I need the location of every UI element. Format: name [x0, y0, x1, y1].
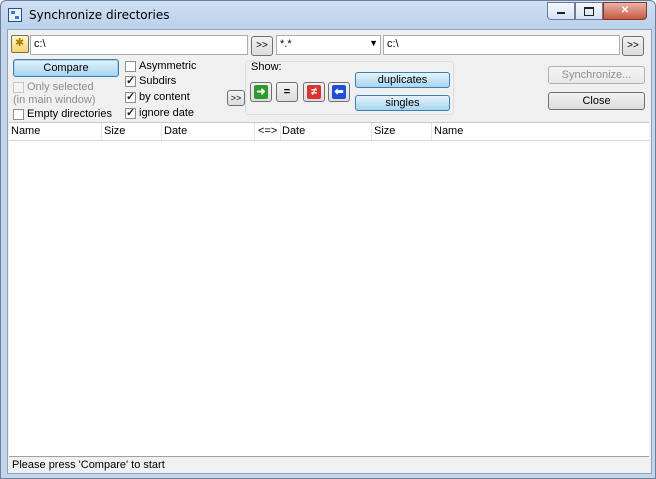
only-selected-box — [13, 81, 24, 93]
client-area: c:\ >> *.* ▼ c:\ >> Compare Only selecte… — [7, 29, 652, 474]
subdirs-label: Subdirs — [139, 75, 177, 87]
copy-left-icon: ⬅ — [332, 85, 346, 99]
ignore-date-box — [125, 106, 136, 119]
asymmetric-checkbox[interactable]: Asymmetric — [125, 60, 196, 72]
empty-directories-checkbox[interactable]: Empty directories — [13, 108, 112, 120]
minimize-icon — [557, 12, 565, 14]
show-copy-left-button[interactable]: ⬅ — [328, 82, 350, 102]
show-copy-right-button[interactable]: ➜ — [250, 82, 272, 102]
filter-combo[interactable]: *.* ▼ — [276, 35, 381, 55]
by-content-label: by content — [139, 91, 190, 103]
synchronize-button[interactable]: Synchronize... — [548, 66, 645, 84]
chevron-down-icon: ▼ — [369, 38, 378, 48]
window: Synchronize directories ✕ c:\ >> *.* ▼ c… — [0, 0, 656, 479]
status-text: Please press 'Compare' to start — [12, 459, 165, 471]
column-divider[interactable] — [280, 123, 281, 140]
show-equal-button[interactable]: = — [276, 82, 298, 102]
empty-directories-label: Empty directories — [27, 108, 112, 120]
not-equal-icon: ≠ — [307, 85, 321, 99]
equal-icon: = — [283, 86, 291, 98]
left-path-input[interactable]: c:\ — [30, 35, 248, 55]
titlebar[interactable]: Synchronize directories ✕ — [1, 1, 655, 29]
compare-button[interactable]: Compare — [13, 59, 119, 77]
column-header-date-left[interactable]: Date — [164, 125, 187, 137]
column-header-name-right[interactable]: Name — [434, 125, 463, 137]
only-selected-label: Only selected — [27, 81, 94, 93]
right-browse-button[interactable]: >> — [622, 36, 644, 56]
folder-star-icon[interactable] — [11, 35, 29, 53]
column-divider[interactable] — [371, 123, 372, 140]
window-title: Synchronize directories — [29, 8, 170, 22]
show-not-equal-button[interactable]: ≠ — [303, 82, 325, 102]
minimize-button[interactable] — [547, 2, 575, 20]
list-header: Name Size Date <=> Date Size Name — [9, 123, 649, 141]
right-path-input[interactable]: c:\ — [383, 35, 620, 55]
singles-button[interactable]: singles — [355, 95, 450, 111]
by-content-box — [125, 90, 136, 103]
in-main-window-text: (in main window) — [13, 94, 96, 106]
subdirs-checkbox[interactable]: Subdirs — [125, 74, 177, 87]
close-button[interactable]: Close — [548, 92, 645, 110]
column-divider[interactable] — [161, 123, 162, 140]
empty-directories-box — [13, 108, 24, 120]
column-header-size-left[interactable]: Size — [104, 125, 125, 137]
asymmetric-box — [125, 60, 136, 72]
ignore-date-checkbox[interactable]: ignore date — [125, 106, 195, 119]
maximize-icon — [584, 7, 594, 16]
subdirs-box — [125, 74, 136, 87]
only-selected-checkbox[interactable]: Only selected — [13, 81, 94, 93]
ignore-date-label: ignore date — [139, 107, 195, 119]
by-content-checkbox[interactable]: by content — [125, 90, 190, 103]
close-window-button[interactable]: ✕ — [603, 2, 647, 20]
app-icon — [8, 8, 22, 22]
asymmetric-label: Asymmetric — [139, 60, 197, 72]
maximize-button[interactable] — [575, 2, 603, 20]
duplicates-button[interactable]: duplicates — [355, 72, 450, 88]
status-bar: Please press 'Compare' to start — [9, 456, 649, 473]
copy-right-icon: ➜ — [254, 85, 268, 99]
in-main-window-label: (in main window) — [13, 94, 96, 106]
column-divider[interactable] — [254, 123, 255, 140]
column-header-date-right[interactable]: Date — [282, 125, 305, 137]
column-divider[interactable] — [101, 123, 102, 140]
show-label: Show: — [251, 61, 282, 73]
file-list[interactable]: Name Size Date <=> Date Size Name — [9, 122, 649, 456]
column-divider[interactable] — [431, 123, 432, 140]
column-header-size-right[interactable]: Size — [374, 125, 395, 137]
column-header-compare[interactable]: <=> — [258, 125, 277, 137]
filter-value: *.* — [280, 38, 292, 50]
more-options-button[interactable]: >> — [227, 90, 245, 106]
column-header-name-left[interactable]: Name — [11, 125, 40, 137]
close-icon: ✕ — [620, 5, 630, 16]
left-browse-button[interactable]: >> — [251, 36, 273, 56]
